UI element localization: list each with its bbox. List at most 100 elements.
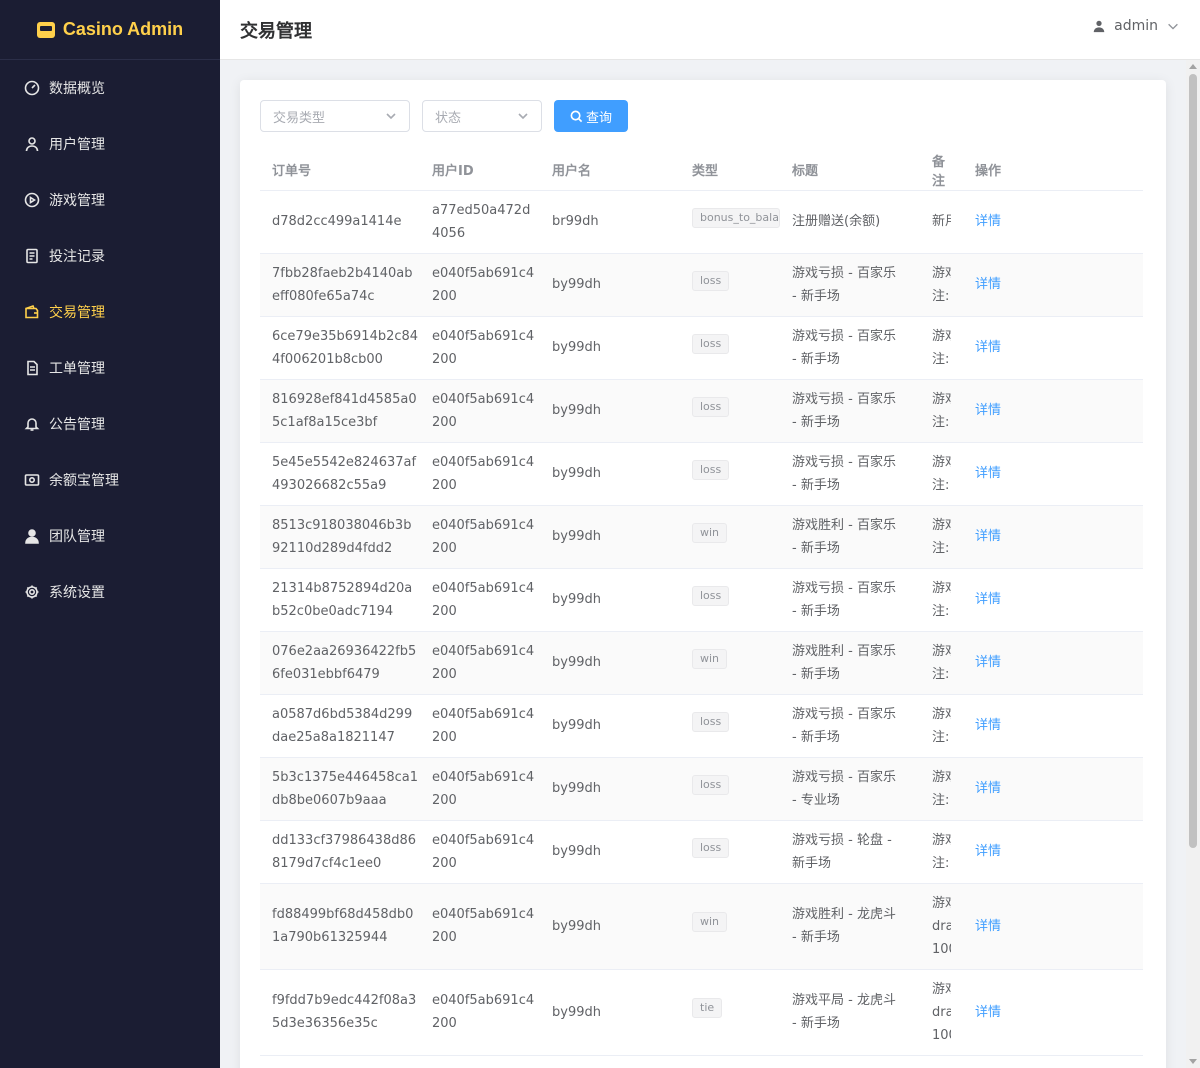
column-header: 操作 — [963, 150, 1143, 191]
scroll-up-arrow-icon[interactable] — [1189, 64, 1197, 69]
app-title: Casino Admin — [62, 19, 184, 39]
cell-line: 200 — [432, 414, 457, 430]
sidebar-item-2[interactable]: 游戏管理 — [0, 172, 220, 228]
action-cell: 详情 — [963, 883, 1143, 970]
detail-link[interactable]: 详情 — [975, 844, 1001, 859]
username-cell: by99dh — [540, 442, 680, 506]
cell-line: - 新手场 — [792, 729, 840, 745]
cell-line: 816928ef841d4585a0 — [272, 391, 417, 407]
sidebar-item-5[interactable]: 工单管理 — [0, 340, 220, 396]
detail-link[interactable]: 详情 — [975, 655, 1001, 670]
scrollbar-thumb[interactable] — [1189, 74, 1197, 848]
table-row: fd88499bf68d458db0 1a790b61325944 e040f5ab… — [260, 883, 1143, 970]
action-cell: 详情 — [963, 631, 1143, 695]
cell-line: 200 — [432, 603, 457, 619]
cell-line: 游戏亏损 - 百家乐 — [792, 328, 896, 344]
detail-link[interactable]: 详情 — [975, 214, 1001, 229]
top-header: 交易管理 admin — [220, 0, 1200, 60]
sidebar-item-6[interactable]: 公告管理 — [0, 396, 220, 452]
sidebar-item-label: 游戏管理 — [49, 193, 105, 209]
cell-line: e040f5ab691c4 — [432, 769, 535, 785]
remark-cell: 游戏结算注: 10 — [920, 442, 963, 506]
cell-line: - 新手场 — [792, 351, 840, 367]
sidebar-item-3[interactable]: 投注记录 — [0, 228, 220, 284]
remark-cell: 游戏结算 dragon 100, ! — [920, 883, 963, 970]
sidebar-item-4[interactable]: 交易管理 — [0, 284, 220, 340]
sidebar-item-8[interactable]: 团队管理 — [0, 508, 220, 564]
table-row: 8513c918038046b3b 92110d289d4fdd2 e040f5ab… — [260, 505, 1143, 569]
order-id-cell: 7fbb28faeb2b4140ab eff080fe65a74c — [260, 253, 420, 317]
filter-bar: 交易类型 状态 查询 — [260, 100, 1146, 132]
cell-line: 游戏亏损 - 百家乐 — [792, 454, 896, 470]
status-select[interactable]: 状态 — [422, 100, 542, 132]
detail-link[interactable]: 详情 — [975, 592, 1001, 607]
cell-line: e040f5ab691c4 — [432, 832, 535, 848]
table-row: f9fdd7b9edc442f08a3 5d3e36356e35c e040f5ab… — [260, 969, 1143, 1056]
page-scrollbar[interactable] — [1186, 60, 1200, 1068]
username-cell: by99dh — [540, 969, 680, 1056]
cell-line: 200 — [432, 855, 457, 871]
cell-line: - 新手场 — [792, 414, 840, 430]
user-dropdown[interactable]: admin — [1092, 18, 1180, 34]
cell-line: 7fbb28faeb2b4140ab — [272, 265, 413, 281]
username-text: by99dh — [552, 655, 601, 670]
username-text: by99dh — [552, 918, 601, 934]
order-id-cell: fd88499bf68d458db0 1a790b61325944 — [260, 883, 420, 970]
detail-link[interactable]: 详情 — [975, 529, 1001, 544]
cell-line: dragon — [932, 1004, 951, 1020]
cell-line: 5c1af8a15ce3bf — [272, 414, 378, 430]
user-id-cell: e040f5ab691c4 200 — [420, 694, 540, 758]
username-text: by99dh — [552, 403, 601, 418]
cell-line: 1a790b61325944 — [272, 930, 388, 945]
cell-line: 游戏亏损 - 百家乐 — [792, 769, 896, 785]
username-text: by99dh — [552, 592, 601, 607]
type-cell: loss — [680, 757, 780, 821]
brand[interactable]: Casino Admin — [0, 0, 220, 60]
detail-link[interactable]: 详情 — [975, 1005, 1001, 1020]
action-cell: 详情 — [963, 969, 1143, 1056]
type-cell: loss — [680, 694, 780, 758]
table-row: a0587d6bd5384d299 dae25a8a1821147 e040f5ab… — [260, 694, 1143, 758]
username-text: by99dh — [552, 844, 601, 859]
cell-line: eff080fe65a74c — [272, 288, 375, 304]
column-header: 用户名 — [540, 150, 680, 191]
username-cell: br99dh — [540, 190, 680, 254]
chevron-down-icon — [1168, 23, 1178, 30]
transaction-type-placeholder: 交易类型 — [273, 110, 326, 126]
cell-line: a77ed50a472d — [432, 202, 531, 218]
username-cell: by99dh — [540, 253, 680, 317]
cell-line: 注: 10 — [932, 729, 951, 745]
sidebar-item-7[interactable]: 余额宝管理 — [0, 452, 220, 508]
cell-line: e040f5ab691c4 — [432, 328, 535, 344]
type-cell: loss — [680, 316, 780, 380]
username-cell: by99dh — [540, 820, 680, 884]
order-id-cell: dd133cf37986438d86 8179d7cf4c1ee0 — [260, 820, 420, 884]
cell-line: 注: 10 — [932, 855, 951, 871]
sidebar-item-label: 余额宝管理 — [49, 473, 119, 489]
cell-line: 200 — [432, 930, 457, 945]
wallet-icon — [24, 304, 40, 320]
type-cell: loss — [680, 442, 780, 506]
document-icon — [24, 248, 40, 264]
sidebar-item-1[interactable]: 用户管理 — [0, 116, 220, 172]
detail-link[interactable]: 详情 — [975, 340, 1001, 355]
title-cell: 游戏亏损 - 百家乐 - 新手场 — [780, 694, 920, 758]
cell-line: 游戏结算 — [932, 769, 951, 785]
cell-line: 游戏结算 — [932, 580, 951, 596]
detail-link[interactable]: 详情 — [975, 277, 1001, 292]
detail-link[interactable]: 详情 — [975, 403, 1001, 418]
username-text: br99dh — [552, 214, 599, 229]
scroll-down-arrow-icon[interactable] — [1189, 1059, 1197, 1064]
detail-link[interactable]: 详情 — [975, 466, 1001, 481]
detail-link[interactable]: 详情 — [975, 718, 1001, 733]
cell-line: 游戏胜利 - 百家乐 — [792, 517, 896, 533]
search-button[interactable]: 查询 — [554, 100, 628, 132]
transaction-type-select[interactable]: 交易类型 — [260, 100, 410, 132]
sidebar-item-0[interactable]: 数据概览 — [0, 60, 220, 116]
detail-link[interactable]: 详情 — [975, 781, 1001, 796]
sidebar-item-9[interactable]: 系统设置 — [0, 564, 220, 620]
cell-line: e040f5ab691c4 — [432, 391, 535, 407]
cell-line: dragon — [932, 918, 951, 934]
title-cell: 游戏亏损 - 百家乐 - 新手场 — [780, 568, 920, 632]
detail-link[interactable]: 详情 — [975, 919, 1001, 934]
